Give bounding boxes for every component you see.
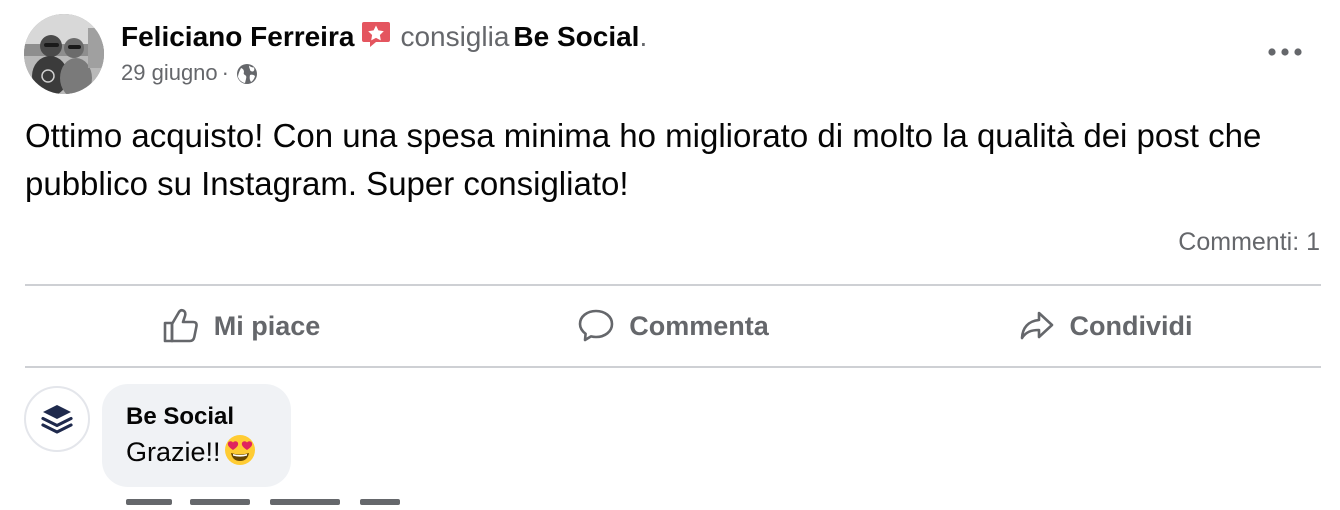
commenter-avatar[interactable] (24, 386, 90, 452)
comment-text: Grazie!! (126, 437, 221, 467)
header-period: . (639, 21, 648, 52)
globe-icon[interactable] (235, 62, 259, 86)
comment-label: Commenta (629, 310, 769, 341)
comment-author[interactable]: Be Social (126, 402, 291, 432)
comment-actions-row-cropped (120, 492, 420, 505)
post-meta: 29 giugno · (121, 58, 259, 88)
facebook-recommendation-post: Feliciano Ferreira consiglia Be Social. 2… (0, 0, 1340, 505)
share-label: Condividi (1069, 310, 1193, 341)
comment-count[interactable]: Commenti: 1 (1178, 226, 1320, 258)
divider-bottom (25, 366, 1321, 368)
comment-button[interactable]: Commenta (457, 296, 889, 356)
author-name[interactable]: Feliciano Ferreira (121, 21, 354, 52)
recommendation-star-icon (360, 18, 392, 50)
like-label: Mi piace (213, 310, 321, 341)
like-button[interactable]: Mi piace (25, 296, 457, 356)
comment-text-line: Grazie!! (126, 432, 291, 472)
post-header-line: Feliciano Ferreira consiglia Be Social. (121, 18, 647, 55)
author-avatar[interactable] (24, 14, 104, 94)
thumbs-up-icon (163, 308, 198, 343)
divider-top (25, 284, 1321, 286)
post-date[interactable]: 29 giugno (121, 60, 218, 85)
layers-logo-icon (41, 405, 73, 434)
comment-bubble: Be Social Grazie!! (102, 384, 291, 487)
more-options-icon[interactable] (1260, 32, 1310, 72)
meta-separator: · (221, 60, 229, 85)
share-button[interactable]: Condividi (889, 296, 1321, 356)
recommended-page-name[interactable]: Be Social (513, 21, 639, 52)
share-arrow-icon (1020, 311, 1053, 340)
heart-eyes-emoji-icon (223, 433, 257, 467)
recommends-text: consiglia (400, 21, 510, 52)
post-text: Ottimo acquisto! Con una spesa minima ho… (25, 117, 1262, 202)
comment-icon (578, 309, 614, 342)
